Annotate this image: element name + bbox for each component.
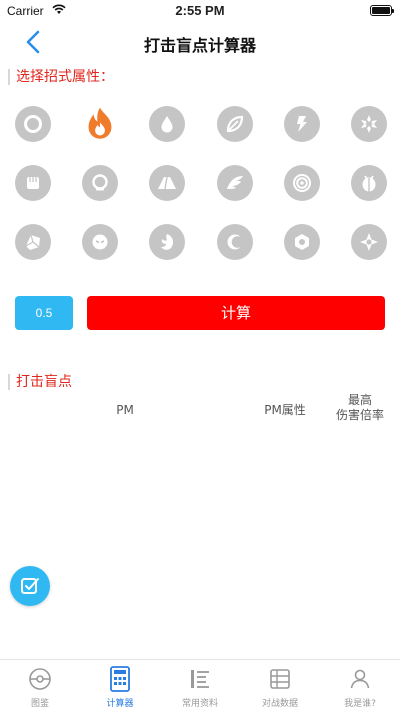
multiplier-button[interactable]: 0.5 xyxy=(15,296,73,330)
tab-label: 我是谁? xyxy=(344,699,376,709)
fire-type-icon xyxy=(88,107,112,139)
column-header-line: 伤害倍率 xyxy=(335,408,384,422)
tab-battle-data[interactable]: 对战数据 xyxy=(240,660,320,711)
type-grid xyxy=(15,106,387,283)
type-button-normal[interactable] xyxy=(15,106,51,142)
tab-who-am-i[interactable]: 我是谁? xyxy=(320,660,400,711)
fairy-type-icon xyxy=(359,233,378,251)
ground-type-icon xyxy=(158,176,177,190)
column-header-pm-type: PM属性 xyxy=(264,403,306,417)
grass-type-icon xyxy=(226,115,243,133)
who-am-i-icon xyxy=(347,666,373,692)
water-type-icon xyxy=(161,116,173,133)
type-button-bug[interactable] xyxy=(350,165,387,201)
type-button-psychic[interactable] xyxy=(283,165,320,201)
checklist-fab[interactable] xyxy=(10,566,50,606)
fighting-type-icon xyxy=(27,177,39,189)
status-time: 2:55 PM xyxy=(175,3,225,18)
tab-label: 计算器 xyxy=(106,699,134,709)
type-button-fighting[interactable] xyxy=(15,165,51,201)
column-header-pm: PM xyxy=(116,403,134,417)
type-button-water[interactable] xyxy=(149,106,186,142)
psychic-type-icon xyxy=(292,174,311,192)
tab-calculator[interactable]: 计算器 xyxy=(80,660,160,711)
type-button-ghost[interactable] xyxy=(82,224,119,260)
type-button-fire[interactable] xyxy=(82,106,118,142)
ice-type-icon xyxy=(360,115,377,133)
column-header-line: 最高 xyxy=(347,393,372,407)
attr-section-label: 选择招式属性： xyxy=(8,69,114,85)
flying-type-icon xyxy=(226,176,243,189)
tab-label: 常用资料 xyxy=(181,699,218,709)
tab-label: 对战数据 xyxy=(261,699,298,709)
electric-type-icon xyxy=(296,116,307,132)
status-bar: Carrier 2:55 PM xyxy=(0,0,400,22)
blind-spot-section-label: 打击盲点 xyxy=(8,374,72,390)
data-icon xyxy=(267,666,293,692)
type-button-grass[interactable] xyxy=(216,106,253,142)
type-button-steel[interactable] xyxy=(283,224,320,260)
bug-type-icon xyxy=(362,175,376,192)
dragon-type-icon xyxy=(161,234,174,250)
calculator-icon xyxy=(107,666,133,692)
type-row xyxy=(15,224,387,260)
type-button-ground[interactable] xyxy=(149,165,186,201)
type-button-dragon[interactable] xyxy=(149,224,186,260)
tab-reference[interactable]: 常用资料 xyxy=(160,660,240,711)
poison-type-icon xyxy=(92,174,108,191)
checkbox-edit-icon xyxy=(21,578,39,594)
type-button-flying[interactable] xyxy=(216,165,253,201)
type-row xyxy=(15,106,387,142)
page-title: 打击盲点计算器 xyxy=(143,36,256,55)
column-header-max-multiplier: 最高 伤害倍率 xyxy=(330,393,390,423)
calculate-button[interactable]: 计算 xyxy=(87,296,385,330)
dark-type-icon xyxy=(227,234,243,250)
type-button-fairy[interactable] xyxy=(350,224,387,260)
tab-label: 图鉴 xyxy=(30,699,49,709)
type-button-dark[interactable] xyxy=(216,224,253,260)
tab-bar: 图鉴 计算器 常用资料 对战数据 我是谁? xyxy=(0,659,400,711)
normal-type-icon xyxy=(24,115,42,133)
type-button-ice[interactable] xyxy=(350,106,387,142)
steel-type-icon xyxy=(294,234,309,250)
list-icon xyxy=(187,666,213,692)
ghost-type-icon xyxy=(92,234,108,250)
pokeball-icon xyxy=(27,666,53,692)
type-row xyxy=(15,165,387,201)
battery-icon xyxy=(370,5,394,16)
rock-type-icon xyxy=(25,234,40,250)
nav-bar: 打击盲点计算器 xyxy=(0,22,400,62)
type-button-poison[interactable] xyxy=(82,165,119,201)
type-button-rock[interactable] xyxy=(15,224,51,260)
tab-pokedex[interactable]: 图鉴 xyxy=(0,660,80,711)
type-button-electric[interactable] xyxy=(283,106,320,142)
